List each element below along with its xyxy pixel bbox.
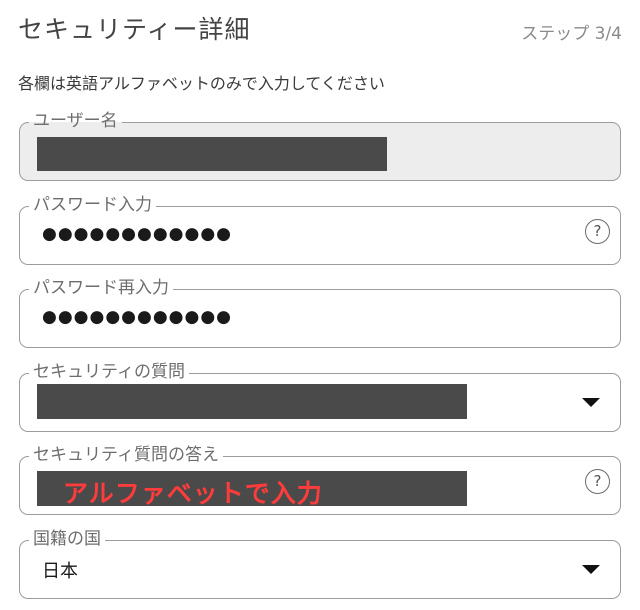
security-answer-help-icon[interactable]: ?	[585, 469, 610, 494]
password-help-icon[interactable]: ?	[585, 219, 610, 244]
security-answer-redacted-value: アルファベットで入力	[37, 471, 467, 508]
dropdown-caret-icon[interactable]	[582, 565, 600, 574]
password-masked-value: ●●●●●●●●●●●●	[42, 224, 233, 244]
security-question-label: セキュリティの質問	[29, 362, 189, 382]
username-redacted-value	[37, 137, 387, 171]
security-answer-label: セキュリティ質問の答え	[29, 445, 223, 465]
username-field[interactable]: ユーザー名	[19, 111, 621, 181]
password-confirm-field[interactable]: パスワード再入力 ●●●●●●●●●●●●	[19, 278, 621, 348]
page-title: セキュリティー詳細	[18, 15, 251, 44]
security-question-select[interactable]: セキュリティの質問	[19, 362, 621, 432]
page-header: セキュリティー詳細 ステップ 3/4	[18, 10, 622, 46]
password-confirm-label: パスワード再入力	[29, 278, 173, 298]
password-confirm-masked-value: ●●●●●●●●●●●●	[42, 307, 233, 327]
username-label: ユーザー名	[29, 111, 122, 131]
alphabet-annotation: アルファベットで入力	[63, 479, 323, 508]
security-question-redacted-value	[37, 384, 467, 419]
country-label: 国籍の国	[29, 529, 105, 549]
password-field[interactable]: パスワード入力 ●●●●●●●●●●●● ?	[19, 195, 621, 265]
country-value: 日本	[42, 561, 78, 582]
password-label: パスワード入力	[29, 195, 156, 215]
step-indicator: ステップ 3/4	[521, 24, 622, 44]
security-answer-field[interactable]: セキュリティ質問の答え アルファベットで入力 ?	[19, 445, 621, 515]
country-select[interactable]: 国籍の国 日本	[19, 529, 621, 599]
instruction-text: 各欄は英語アルファベットのみで入力してください	[18, 74, 385, 93]
dropdown-caret-icon[interactable]	[582, 398, 600, 407]
